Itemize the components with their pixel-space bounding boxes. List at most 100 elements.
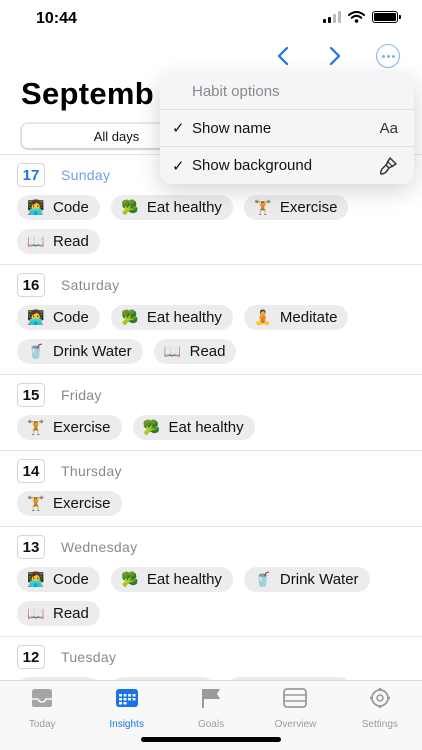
chevron-left-icon <box>277 46 289 66</box>
habit-chip[interactable]: 👩‍💻 Code <box>17 305 100 330</box>
home-indicator <box>141 737 281 742</box>
habit-emoji-icon: 🥦 <box>121 309 139 325</box>
day-number: 13 <box>17 535 45 559</box>
day-name: Sunday <box>61 167 111 183</box>
day-section: 16 Saturday 👩‍💻 Code 🥦 Eat healthy 🧘 Meditate 🥤 D… <box>0 265 422 375</box>
habit-chip[interactable]: 🥦 Eat healthy <box>110 305 233 330</box>
flag-icon <box>198 687 224 714</box>
habit-chip[interactable]: 👩‍💻 Code <box>17 567 100 592</box>
habit-emoji-icon: 📖 <box>163 343 182 359</box>
habit-name: Read <box>189 343 226 360</box>
tray-icon <box>29 687 55 714</box>
habit-name: Code <box>53 571 89 588</box>
habit-emoji-icon: 🥤 <box>27 343 45 359</box>
menu-item-show-background[interactable]: ✓ Show background <box>160 147 414 184</box>
habit-emoji-icon: 🏋️ <box>254 199 272 215</box>
tab-label: Goals <box>197 719 225 730</box>
day-section: 14 Thursday 🏋️ Exercise <box>0 451 422 527</box>
month-navigation <box>272 44 400 68</box>
habit-chip[interactable]: 🥤 Drink Water <box>243 567 370 592</box>
tab-label: Settings <box>361 719 398 730</box>
habit-chip[interactable]: 🏋️ Exercise <box>243 195 349 220</box>
habit-chip[interactable]: 🥦 Eat healthy <box>110 195 233 220</box>
status-icons <box>323 11 401 23</box>
habit-chip[interactable]: 🥤 Drink Water <box>17 339 143 364</box>
day-number: 17 <box>17 163 45 187</box>
next-month-button[interactable] <box>324 44 346 68</box>
habit-emoji-icon: 🧘 <box>254 309 272 325</box>
habit-name: Drink Water <box>279 571 359 588</box>
habit-chips: 🏋️ Exercise 🥦 Eat healthy <box>17 415 422 444</box>
text-format-icon: Aa <box>379 119 398 137</box>
habit-name: Exercise <box>53 495 111 512</box>
day-section: 12Tuesday👩‍💻Code🧘Meditate🥤Drink Water <box>0 637 422 680</box>
habit-chip[interactable]: 🏋️ Exercise <box>17 491 122 516</box>
day-name: Friday <box>61 387 102 403</box>
day-name: Tuesday <box>61 649 117 665</box>
day-header: 14 Thursday <box>17 459 422 483</box>
overview-icon <box>282 687 308 714</box>
tab-settings[interactable]: Settings <box>338 681 422 750</box>
habit-name: Exercise <box>53 419 111 436</box>
tab-today[interactable]: Today <box>0 681 84 750</box>
signal-icon <box>323 11 341 23</box>
more-options-button[interactable] <box>376 44 400 68</box>
habit-chips: 👩‍💻 Code 🥦 Eat healthy 🧘 Meditate 🥤 Drink Water… <box>17 305 422 368</box>
habit-name: Exercise <box>279 199 338 216</box>
habit-chips: 👩‍💻 Code 🥦 Eat healthy 🥤 Drink Water 📖 Read <box>17 567 422 630</box>
habit-chip[interactable]: 🥦 Eat healthy <box>132 415 255 440</box>
day-number: 16 <box>17 273 45 297</box>
habit-chips: 🏋️ Exercise <box>17 491 422 520</box>
habit-options-menu: Habit options ✓ Show name Aa ✓ Show back… <box>160 74 414 184</box>
ellipsis-dot <box>391 54 395 58</box>
day-number: 12 <box>17 645 45 669</box>
habit-emoji-icon: 🏋️ <box>27 419 45 435</box>
habit-chip[interactable]: 🏋️ Exercise <box>17 415 122 440</box>
habit-name: Eat healthy <box>146 571 222 588</box>
day-header: 12 Tuesday <box>17 645 422 669</box>
day-name: Thursday <box>61 463 122 479</box>
brush-icon <box>379 156 397 175</box>
habit-chips: 👩‍💻 Code 🥦 Eat healthy 🏋️ Exercise 📖 Read <box>17 195 422 258</box>
day-section: 15 Friday 🏋️ Exercise 🥦 Eat healthy <box>0 375 422 451</box>
tab-label: Insights <box>109 719 144 730</box>
menu-item-label: Show background <box>192 157 313 174</box>
battery-icon <box>372 11 401 23</box>
habit-chip[interactable]: 👩‍💻 Code <box>17 195 100 220</box>
day-section: 13 Wednesday 👩‍💻 Code 🥦 Eat healthy 🥤 Drink Wat… <box>0 527 422 637</box>
habit-chip[interactable]: 📖 Read <box>17 601 100 626</box>
wifi-icon <box>348 11 365 23</box>
habit-chip[interactable]: 🧘 Meditate <box>243 305 349 330</box>
habit-name: Code <box>53 309 89 326</box>
day-number: 14 <box>17 459 45 483</box>
previous-month-button[interactable] <box>272 44 294 68</box>
calendar-grid-icon <box>114 687 140 714</box>
chevron-right-icon <box>329 46 341 66</box>
tab-label: Today <box>28 719 56 730</box>
page-title: Septemb <box>21 76 155 111</box>
habit-name: Code <box>53 199 89 216</box>
day-header: 13 Wednesday <box>17 535 422 559</box>
habit-chip[interactable]: 📖 Read <box>17 229 100 254</box>
status-time: 10:44 <box>36 10 77 27</box>
habit-chip[interactable]: 📖 Read <box>153 339 237 364</box>
tab-label: Overview <box>274 719 317 730</box>
habit-emoji-icon: 👩‍💻 <box>27 199 45 215</box>
habit-name: Read <box>53 233 89 250</box>
day-name: Saturday <box>61 277 120 293</box>
menu-item-show-name[interactable]: ✓ Show name Aa <box>160 110 414 147</box>
habit-emoji-icon: 📖 <box>27 605 45 621</box>
habit-emoji-icon: 🥦 <box>142 419 161 435</box>
checkmark-icon: ✓ <box>172 120 185 137</box>
habit-name: Meditate <box>279 309 338 326</box>
day-name: Wednesday <box>61 539 138 555</box>
habit-emoji-icon: 🥤 <box>254 571 272 587</box>
habit-chip[interactable]: 🥦 Eat healthy <box>110 567 233 592</box>
habit-name: Eat healthy <box>146 309 222 326</box>
menu-item-label: Show name <box>192 119 272 137</box>
ellipsis-dot <box>386 54 390 58</box>
day-header: 15 Friday <box>17 383 422 407</box>
day-list[interactable]: 17 Sunday 👩‍💻 Code 🥦 Eat healthy 🏋️ Exercise 📖 Re… <box>0 154 422 680</box>
habit-name: Drink Water <box>53 343 132 360</box>
gear-icon <box>367 687 393 714</box>
